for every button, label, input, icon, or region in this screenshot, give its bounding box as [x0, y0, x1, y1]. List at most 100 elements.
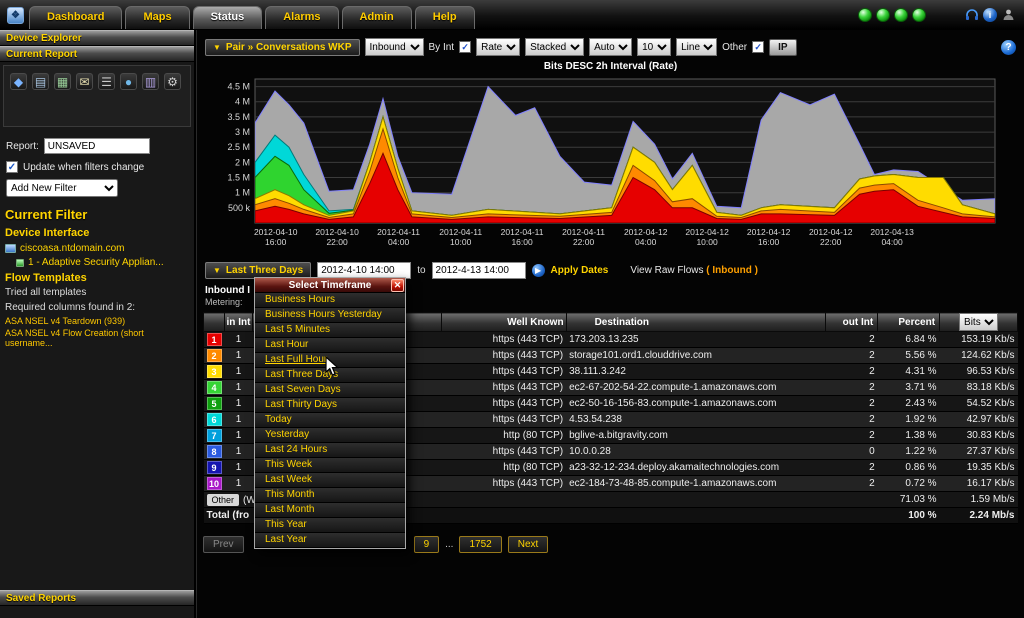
timeframe-option-last-hour[interactable]: Last Hour — [255, 338, 405, 353]
percent-column-header[interactable]: Percent — [878, 313, 940, 332]
apply-dates-icon[interactable]: ▶ — [532, 264, 545, 277]
schedule-icon[interactable]: ● — [120, 73, 137, 90]
bits-unit-select[interactable]: Bits — [959, 313, 998, 331]
user-icon[interactable] — [1001, 7, 1016, 22]
well-known-cell[interactable]: https (443 TCP) — [441, 396, 566, 412]
end-date-input[interactable] — [432, 262, 526, 279]
stacked-select[interactable]: Stacked — [525, 38, 584, 56]
svg-text:1.5 M: 1.5 M — [227, 173, 250, 183]
report-type-button[interactable]: ▼ Pair » Conversations WKP — [205, 39, 360, 56]
graph-type-select[interactable]: Line — [676, 38, 717, 56]
template-link[interactable]: ASA NSEL v4 Teardown (939) — [0, 315, 194, 327]
close-icon[interactable]: ✕ — [391, 279, 404, 292]
page-number-button[interactable]: 9 — [414, 536, 440, 553]
well-known-cell[interactable]: https (443 TCP) — [441, 332, 566, 348]
device-explorer-header[interactable]: Device Explorer — [0, 30, 194, 46]
prev-page-button[interactable]: Prev — [203, 536, 244, 553]
nav-tab-admin[interactable]: Admin — [342, 6, 412, 29]
destination-column-header[interactable]: Destination — [566, 313, 826, 332]
timeframe-option-last-month[interactable]: Last Month — [255, 503, 405, 518]
destination-cell[interactable]: 38.111.3.242 — [566, 364, 826, 380]
nav-tab-maps[interactable]: Maps — [125, 6, 189, 29]
well-known-cell[interactable]: https (443 TCP) — [441, 444, 566, 460]
destination-cell[interactable]: ec2-67-202-54-22.compute-1.amazonaws.com — [566, 380, 826, 396]
destination-cell[interactable]: storage101.ord1.clouddrive.com — [566, 348, 826, 364]
status-orb-icon[interactable] — [912, 8, 926, 22]
status-orb-icon[interactable] — [894, 8, 908, 22]
timeframe-option-last-5-minutes[interactable]: Last 5 Minutes — [255, 323, 405, 338]
nav-tab-alarms[interactable]: Alarms — [265, 6, 338, 29]
nav-tab-help[interactable]: Help — [415, 6, 475, 29]
update-filters-checkbox[interactable]: ✓ — [6, 161, 18, 173]
well-known-cell[interactable]: https (443 TCP) — [441, 380, 566, 396]
info-icon[interactable]: i — [983, 8, 997, 22]
interface-item[interactable]: 1 - Adaptive Security Applian... — [0, 255, 194, 269]
timeframe-option-business-hours[interactable]: Business Hours — [255, 293, 405, 308]
destination-cell[interactable]: ec2-184-73-48-85.compute-1.amazonaws.com — [566, 476, 826, 492]
other-checkbox[interactable]: ✓ — [752, 41, 764, 53]
new-report-icon[interactable]: ◆ — [10, 73, 27, 90]
timeframe-option-last-week[interactable]: Last Week — [255, 473, 405, 488]
timeframe-option-last-thirty-days[interactable]: Last Thirty Days — [255, 398, 405, 413]
timeframe-option-last-year[interactable]: Last Year — [255, 533, 405, 548]
apply-dates-link[interactable]: Apply Dates — [551, 265, 609, 276]
interval-select[interactable]: Auto — [589, 38, 632, 56]
saved-reports-header[interactable]: Saved Reports — [0, 590, 194, 606]
timeframe-option-business-hours-yesterday[interactable]: Business Hours Yesterday — [255, 308, 405, 323]
timeframe-options-list: Business HoursBusiness Hours YesterdayLa… — [255, 293, 405, 548]
out-int-column-header[interactable]: out Int — [826, 313, 878, 332]
svg-text:4 M: 4 M — [235, 97, 250, 107]
next-page-button[interactable]: Next — [508, 536, 549, 553]
direction-select[interactable]: Inbound — [365, 38, 424, 56]
rate-total-select[interactable]: Rate — [476, 38, 520, 56]
add-filter-select[interactable]: Add New Filter — [6, 179, 118, 197]
top-n-select[interactable]: 10 — [637, 38, 671, 56]
destination-cell[interactable]: ec2-50-16-156-83.compute-1.amazonaws.com — [566, 396, 826, 412]
well-known-cell[interactable]: http (80 TCP) — [441, 460, 566, 476]
well-known-cell[interactable]: https (443 TCP) — [441, 364, 566, 380]
total-percent-cell: 100 % — [878, 508, 940, 524]
save-report-icon[interactable]: ▤ — [32, 73, 49, 90]
headset-icon[interactable] — [964, 7, 979, 22]
nav-tab-status[interactable]: Status — [193, 6, 263, 29]
timeframe-option-today[interactable]: Today — [255, 413, 405, 428]
app-logo-icon: ❖ — [7, 7, 24, 24]
template-link[interactable]: ASA NSEL v4 Flow Creation (short usernam… — [0, 327, 194, 349]
help-icon[interactable]: ? — [1001, 40, 1016, 55]
destination-cell[interactable]: 10.0.0.28 — [566, 444, 826, 460]
well-known-cell[interactable]: https (443 TCP) — [441, 412, 566, 428]
destination-cell[interactable]: 4.53.54.238 — [566, 412, 826, 428]
view-raw-flows-link[interactable]: View Raw Flows ( Inbound ) — [630, 265, 758, 276]
timeframe-option-yesterday[interactable]: Yesterday — [255, 428, 405, 443]
by-int-checkbox[interactable]: ✓ — [459, 41, 471, 53]
in-int-column-header[interactable]: in Int — [225, 313, 253, 332]
popup-titlebar[interactable]: Select Timeframe ✕ — [255, 278, 405, 293]
well-known-column-header[interactable]: Well Known — [441, 313, 566, 332]
well-known-cell[interactable]: https (443 TCP) — [441, 476, 566, 492]
export-icon[interactable]: ▦ — [54, 73, 71, 90]
device-item[interactable]: ciscoasa.ntdomain.com — [0, 240, 194, 255]
email-icon[interactable]: ✉ — [76, 73, 93, 90]
destination-cell[interactable]: a23-32-12-234.deploy.akamaitechnologies.… — [566, 460, 826, 476]
timeframe-option-this-month[interactable]: This Month — [255, 488, 405, 503]
destination-cell[interactable]: 173.203.13.235 — [566, 332, 826, 348]
ip-button[interactable]: IP — [769, 39, 796, 56]
timeframe-option-this-week[interactable]: This Week — [255, 458, 405, 473]
status-orb-icon[interactable] — [858, 8, 872, 22]
database-icon[interactable]: ▥ — [142, 73, 159, 90]
other-label: Other — [722, 42, 747, 53]
report-name-input[interactable] — [44, 138, 150, 154]
timeframe-option-last-seven-days[interactable]: Last Seven Days — [255, 383, 405, 398]
timeframe-option-this-year[interactable]: This Year — [255, 518, 405, 533]
in-int-cell: 1 — [225, 412, 253, 428]
timeframe-option-last-24-hours[interactable]: Last 24 Hours — [255, 443, 405, 458]
nav-tab-dashboard[interactable]: Dashboard — [29, 6, 122, 29]
well-known-cell[interactable]: http (80 TCP) — [441, 428, 566, 444]
last-page-button[interactable]: 1752 — [459, 536, 501, 553]
destination-cell[interactable]: bglive-a.bitgravity.com — [566, 428, 826, 444]
well-known-cell[interactable]: https (443 TCP) — [441, 348, 566, 364]
current-report-header[interactable]: Current Report — [0, 46, 194, 62]
printer-icon[interactable]: ☰ — [98, 73, 115, 90]
status-orb-icon[interactable] — [876, 8, 890, 22]
settings-icon[interactable]: ⚙ — [164, 73, 181, 90]
